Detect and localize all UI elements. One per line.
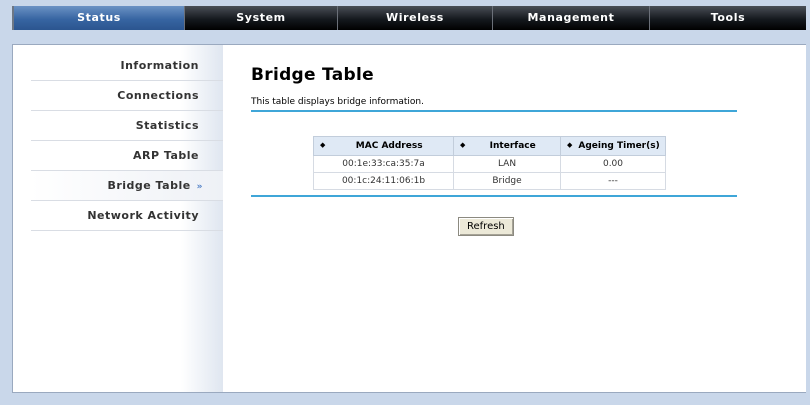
sidebar-item-arp-table[interactable]: ARP Table xyxy=(31,141,223,171)
sidebar-item-network-activity[interactable]: Network Activity xyxy=(31,201,223,231)
cell-ageing-timer: 0.00 xyxy=(560,155,666,173)
refresh-button[interactable]: Refresh xyxy=(458,217,514,236)
cell-mac-address: 00:1e:33:ca:35:7a xyxy=(313,155,454,173)
column-header-interface[interactable]: ◆ Interface xyxy=(453,136,561,156)
sidebar: Information Connections Statistics ARP T… xyxy=(13,45,223,392)
sort-icon: ◆ xyxy=(320,141,326,149)
sort-icon: ◆ xyxy=(460,141,466,149)
sidebar-item-connections[interactable]: Connections xyxy=(31,81,223,111)
top-navigation: Status System Wireless Management Tools xyxy=(12,6,806,30)
sidebar-item-information[interactable]: Information xyxy=(31,51,223,81)
cell-interface: Bridge xyxy=(453,172,561,190)
sidebar-item-label: Connections xyxy=(117,89,199,102)
table-row: 00:1c:24:11:06:1b Bridge --- xyxy=(313,172,666,190)
column-header-mac-address[interactable]: ◆ MAC Address xyxy=(313,136,454,156)
sidebar-item-label: Information xyxy=(120,59,199,72)
cell-mac-address: 00:1c:24:11:06:1b xyxy=(313,172,454,190)
bridge-table: ◆ MAC Address ◆ Interface ◆ Ageing Timer(s)… xyxy=(313,136,666,190)
sidebar-item-label: ARP Table xyxy=(133,149,199,162)
sidebar-item-label: Bridge Table xyxy=(107,179,191,192)
sidebar-item-statistics[interactable]: Statistics xyxy=(31,111,223,141)
tab-tools[interactable]: Tools xyxy=(650,6,806,30)
page-description: This table displays bridge information. xyxy=(251,97,424,107)
main-frame: Information Connections Statistics ARP T… xyxy=(12,44,806,393)
tab-status[interactable]: Status xyxy=(14,6,185,30)
sort-icon: ◆ xyxy=(567,141,573,149)
table-row: 00:1e:33:ca:35:7a LAN 0.00 xyxy=(313,155,666,173)
column-header-ageing-timer[interactable]: ◆ Ageing Timer(s) xyxy=(560,136,666,156)
tab-system[interactable]: System xyxy=(185,6,338,30)
cell-ageing-timer: --- xyxy=(560,172,666,190)
page-title: Bridge Table xyxy=(251,65,374,85)
sidebar-item-bridge-table[interactable]: Bridge Table » xyxy=(31,171,223,201)
divider xyxy=(251,110,737,112)
divider xyxy=(251,195,737,197)
sidebar-item-label: Statistics xyxy=(135,119,199,132)
double-chevron-right-icon: » xyxy=(196,182,203,192)
cell-interface: LAN xyxy=(453,155,561,173)
sidebar-item-label: Network Activity xyxy=(87,209,199,222)
tab-wireless[interactable]: Wireless xyxy=(338,6,493,30)
tab-management[interactable]: Management xyxy=(493,6,650,30)
